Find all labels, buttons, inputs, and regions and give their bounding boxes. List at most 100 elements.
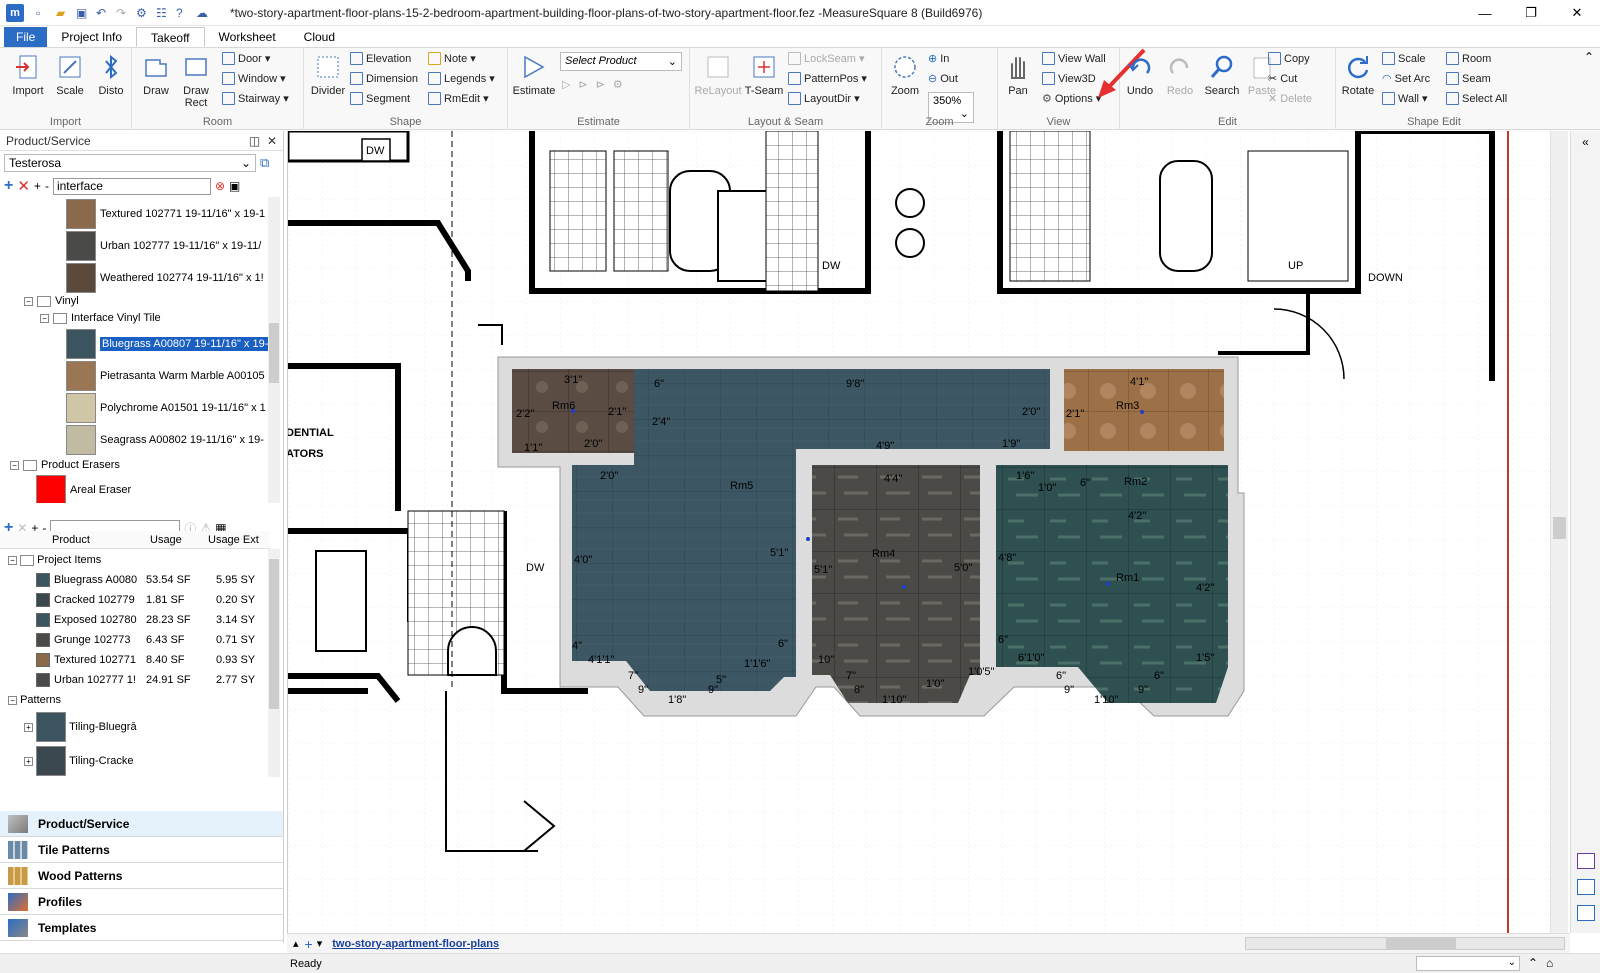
dimension-button[interactable]: Dimension: [350, 72, 418, 85]
filter-icon[interactable]: ▣: [229, 179, 240, 193]
tab-worksheet[interactable]: Worksheet: [205, 27, 290, 47]
search-button[interactable]: Search: [1202, 52, 1242, 97]
nav-profiles[interactable]: Profiles: [0, 889, 283, 915]
tree-folder-vinyl[interactable]: − Vinyl: [24, 295, 79, 307]
table-row[interactable]: + Tiling-Bluegrā: [24, 711, 137, 743]
elevation-button[interactable]: Elevation: [350, 52, 411, 65]
tab-takeoff[interactable]: Takeoff: [136, 27, 205, 47]
list-item[interactable]: Weathered 102774 19-11/16" x 1!: [66, 263, 264, 293]
vendor-dropdown[interactable]: Testerosa ⌄: [4, 154, 256, 172]
floor-plan[interactable]: DW DW DENTIAL ATORS DW UP DOWN Rm6 Rm5 R…: [288, 131, 1550, 933]
nav-tile-patterns[interactable]: Tile Patterns: [0, 837, 283, 863]
collapse-ribbon-icon[interactable]: ⌃: [1584, 50, 1594, 64]
tree-folder-project-items[interactable]: − Project Items: [8, 551, 101, 569]
layers-icon[interactable]: [1577, 853, 1595, 869]
tseam-button[interactable]: T-Seam: [744, 52, 784, 97]
table-row[interactable]: Cracked 102779 1.81 SF 0.20 SY: [36, 591, 276, 609]
add-icon[interactable]: +: [4, 177, 13, 195]
tree-folder-interface-vinyl-tile[interactable]: − Interface Vinyl Tile: [40, 312, 161, 324]
zoom-out-button[interactable]: ⊖ Out: [928, 72, 958, 86]
layoutdir-button[interactable]: LayoutDir ▾: [788, 92, 860, 105]
segment-button[interactable]: Segment: [350, 92, 410, 105]
lockseam-button[interactable]: LockSeam ▾: [788, 52, 865, 65]
table-row[interactable]: Exposed 102780 28.23 SF 3.14 SY: [36, 611, 276, 629]
copy-button[interactable]: Copy: [1268, 52, 1310, 65]
list-item[interactable]: Areal Eraser: [36, 475, 131, 503]
list-item[interactable]: Urban 102777 19-11/16" x 19-11/: [66, 231, 261, 261]
settings-gear-icon[interactable]: ⚙: [136, 6, 150, 20]
pin-icon[interactable]: ◫: [249, 134, 260, 148]
step-icon[interactable]: ⊳: [578, 78, 587, 91]
rmedit-button[interactable]: RmEdit ▾: [428, 92, 489, 105]
table-row[interactable]: Bluegrass A0080 53.54 SF 5.95 SY: [36, 571, 276, 589]
draw-rect-button[interactable]: Draw Rect: [176, 52, 216, 109]
canvas-vertical-scrollbar[interactable]: [1550, 131, 1568, 933]
estimate-button[interactable]: Estimate: [512, 52, 556, 97]
table-row[interactable]: Urban 102777 1! 24.91 SF 2.77 SY: [36, 671, 276, 689]
maximize-icon[interactable]: ❐: [1508, 0, 1554, 26]
minimize-icon[interactable]: —: [1462, 0, 1508, 26]
redo-icon[interactable]: ↷: [116, 6, 130, 20]
usage-scrollbar[interactable]: [268, 549, 280, 777]
sheet-up-icon[interactable]: ▴: [293, 937, 299, 950]
tab-project-info[interactable]: Project Info: [47, 27, 136, 47]
stairway-button[interactable]: Stairway ▾: [222, 92, 289, 105]
collapse-up-icon[interactable]: ⌃: [1528, 956, 1538, 970]
plus-small-icon[interactable]: +: [34, 179, 41, 193]
redo-button[interactable]: Redo: [1162, 52, 1198, 97]
nav-templates[interactable]: Templates: [0, 915, 283, 941]
list-item[interactable]: Pietrasanta Warm Marble A00105: [66, 361, 265, 391]
undo-button[interactable]: Undo: [1122, 52, 1158, 97]
cloud-icon[interactable]: ☁: [196, 6, 210, 20]
drawing-canvas[interactable]: DW DW DENTIAL ATORS DW UP DOWN Rm6 Rm5 R…: [287, 131, 1550, 933]
nav-product-service[interactable]: Product/Service: [0, 811, 283, 837]
seam-button[interactable]: Seam: [1446, 72, 1491, 85]
scale-button[interactable]: Scale: [50, 52, 90, 97]
legends-button[interactable]: Legends ▾: [428, 72, 495, 85]
expand-panel-icon[interactable]: «: [1571, 135, 1600, 149]
tree-folder-patterns[interactable]: − Patterns: [8, 691, 61, 709]
draw-button[interactable]: Draw: [138, 52, 174, 97]
sheet-menu-icon[interactable]: ▾: [317, 937, 323, 950]
note-button[interactable]: Note ▾: [428, 52, 476, 65]
table-row[interactable]: Grunge 102773 6.43 SF 0.71 SY: [36, 631, 276, 649]
zoom-in-button[interactable]: ⊕ In: [928, 52, 949, 66]
nav-wood-patterns[interactable]: Wood Patterns: [0, 863, 283, 889]
help-icon[interactable]: ?: [176, 6, 190, 20]
list-item[interactable]: Textured 102771 19-11/16" x 19-1: [66, 199, 265, 229]
clear-search-icon[interactable]: ⊗: [215, 179, 225, 193]
patternpos-button[interactable]: PatternPos ▾: [788, 72, 867, 85]
open-folder-icon[interactable]: ▰: [56, 6, 70, 20]
delete-button[interactable]: ✕ Delete: [1268, 92, 1312, 106]
vendor-sync-icon[interactable]: ⧉: [260, 155, 269, 171]
close-icon[interactable]: ✕: [1554, 0, 1600, 26]
disto-button[interactable]: Disto: [92, 52, 130, 97]
list-item[interactable]: Seagrass A00802 19-11/16" x 19-: [66, 425, 264, 455]
select-product-dropdown[interactable]: Select Product ⌄: [560, 52, 682, 71]
table-row[interactable]: + Tiling-Cracke: [24, 745, 134, 777]
save-icon[interactable]: ▣: [76, 6, 90, 20]
status-dropdown[interactable]: ⌄: [1416, 956, 1520, 971]
expand-icon[interactable]: +: [24, 722, 33, 732]
rotate-button[interactable]: Rotate: [1338, 52, 1378, 97]
estimate-settings-icon[interactable]: ⚙: [613, 78, 623, 91]
scroll-thumb[interactable]: [1386, 938, 1456, 949]
divider-button[interactable]: Divider: [308, 52, 348, 97]
forward-icon[interactable]: ⊳: [596, 78, 605, 91]
door-button[interactable]: Door ▾: [222, 52, 270, 65]
new-file-icon[interactable]: ▫: [36, 6, 50, 20]
tree-scrollbar[interactable]: [268, 197, 280, 503]
database-icon[interactable]: ☷: [156, 6, 170, 20]
tab-file[interactable]: File: [4, 27, 48, 47]
table-row[interactable]: Textured 102771 8.40 SF 0.93 SY: [36, 651, 276, 669]
play-panel-icon[interactable]: [1577, 879, 1595, 895]
horizontal-scrollbar[interactable]: [1245, 937, 1565, 950]
select-all-button[interactable]: Select All: [1446, 92, 1507, 105]
set-arc-button[interactable]: ◠ Set Arc: [1382, 72, 1430, 86]
scroll-thumb[interactable]: [1553, 517, 1566, 539]
home-icon[interactable]: ⌂: [1546, 956, 1553, 970]
undo-icon[interactable]: ↶: [96, 6, 110, 20]
tab-cloud[interactable]: Cloud: [290, 27, 349, 47]
collapse-icon[interactable]: −: [8, 695, 17, 705]
wall-button[interactable]: Wall ▾: [1382, 92, 1428, 105]
